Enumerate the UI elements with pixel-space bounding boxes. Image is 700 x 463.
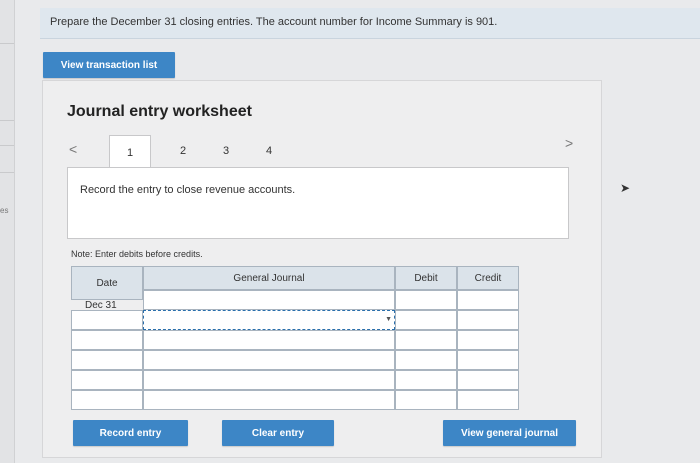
chevron-left-icon[interactable]: <: [69, 141, 77, 157]
account-input[interactable]: [143, 330, 395, 350]
date-input[interactable]: [71, 350, 143, 370]
view-transaction-list-button[interactable]: View transaction list: [43, 52, 175, 78]
debit-input[interactable]: [395, 350, 457, 370]
chevron-down-icon[interactable]: ▼: [385, 316, 392, 323]
account-input[interactable]: [143, 390, 395, 410]
instruction-banner: Prepare the December 31 closing entries.…: [40, 8, 700, 39]
debit-input[interactable]: [395, 310, 457, 330]
journal-entry-worksheet-panel: Journal entry worksheet < > 1 2 3 4 Reco…: [42, 80, 602, 458]
left-edge-divider: [0, 145, 14, 146]
date-column-header: Date: [71, 266, 143, 300]
note-text: Note: Enter debits before credits.: [71, 249, 203, 259]
date-input[interactable]: [71, 330, 143, 350]
left-edge-divider: [0, 120, 14, 121]
credit-input[interactable]: [457, 330, 519, 350]
debit-input[interactable]: [395, 290, 457, 310]
account-input[interactable]: [143, 350, 395, 370]
worksheet-title: Journal entry worksheet: [67, 103, 252, 120]
left-edge-divider: [0, 172, 14, 173]
tab-2[interactable]: 2: [180, 145, 186, 157]
debit-input[interactable]: [395, 390, 457, 410]
mouse-cursor-icon: ➤: [620, 181, 631, 195]
debit-column-header: Debit: [395, 266, 457, 290]
date-dec-31: Dec 31: [85, 299, 117, 311]
view-general-journal-button[interactable]: View general journal: [443, 420, 576, 446]
credit-input[interactable]: [457, 290, 519, 310]
tab-3[interactable]: 3: [223, 145, 229, 157]
left-edge-divider: [0, 43, 14, 44]
chevron-right-icon[interactable]: >: [565, 135, 573, 151]
clear-entry-button[interactable]: Clear entry: [222, 420, 334, 446]
tab-4[interactable]: 4: [266, 145, 272, 157]
credit-input[interactable]: [457, 310, 519, 330]
credit-column-header: Credit: [457, 266, 519, 290]
left-edge-label: es: [0, 206, 9, 215]
entry-prompt-box: Record the entry to close revenue accoun…: [67, 167, 569, 239]
entry-prompt-text: Record the entry to close revenue accoun…: [80, 184, 296, 196]
date-input[interactable]: [71, 370, 143, 390]
credit-input[interactable]: [457, 350, 519, 370]
debit-input[interactable]: [395, 370, 457, 390]
instruction-text: Prepare the December 31 closing entries.…: [50, 16, 498, 28]
general-journal-column-header: General Journal: [143, 266, 395, 290]
date-input[interactable]: [71, 390, 143, 410]
debit-input[interactable]: [395, 330, 457, 350]
credit-input[interactable]: [457, 390, 519, 410]
account-input[interactable]: [143, 290, 395, 310]
date-input[interactable]: [71, 310, 143, 330]
left-edge-strip: [0, 0, 15, 463]
credit-input[interactable]: [457, 370, 519, 390]
account-dropdown[interactable]: ▼: [143, 310, 395, 330]
record-entry-button[interactable]: Record entry: [73, 420, 188, 446]
tab-1-label[interactable]: 1: [127, 147, 133, 159]
account-input[interactable]: [143, 370, 395, 390]
